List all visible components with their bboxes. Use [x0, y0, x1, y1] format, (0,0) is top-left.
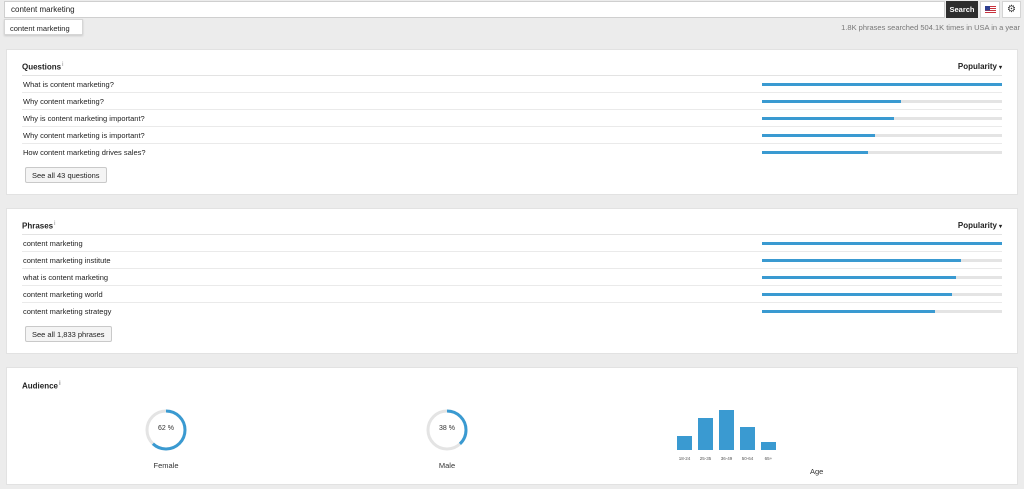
- phrase-label[interactable]: what is content marketing: [23, 273, 108, 282]
- phrase-row[interactable]: content marketing world: [22, 286, 1002, 303]
- popularity-bar: [762, 310, 1002, 313]
- sort-popularity-button[interactable]: Popularity ▾: [958, 221, 1002, 230]
- question-label[interactable]: What is content marketing?: [23, 80, 114, 89]
- sort-label: Popularity: [957, 221, 997, 230]
- chevron-down-icon: ▾: [998, 224, 1002, 230]
- popularity-fill: [762, 83, 1002, 86]
- popularity-bar: [762, 259, 1002, 262]
- info-icon[interactable]: i: [59, 381, 61, 387]
- popularity-bar: [762, 151, 1002, 154]
- audience-card: Audiencei 62 % Female 38 % Male 18-24 25-…: [6, 367, 1018, 485]
- phrase-label[interactable]: content marketing strategy: [23, 307, 111, 316]
- chevron-down-icon: ▾: [998, 65, 1002, 71]
- question-row[interactable]: Why content marketing?: [22, 93, 1002, 110]
- popularity-bar: [762, 276, 1002, 279]
- popularity-fill: [762, 293, 952, 296]
- popularity-bar: [762, 242, 1002, 245]
- male-label: Male: [438, 461, 456, 470]
- popularity-fill: [762, 100, 902, 103]
- audience-header: Audiencei: [22, 381, 61, 391]
- gear-icon: ⚙: [1007, 4, 1016, 15]
- autocomplete-suggestion[interactable]: content marketing: [4, 19, 83, 35]
- section-title: Audience: [22, 381, 59, 391]
- age-tick-label: 25-35: [700, 456, 712, 461]
- age-bar-25-35: [698, 418, 713, 450]
- phrase-label[interactable]: content marketing institute: [23, 256, 111, 265]
- phrases-header: Phrasesi Popularity ▾: [22, 221, 1002, 235]
- female-donut: 62 %: [144, 408, 188, 452]
- questions-card: Questionsi Popularity ▾ What is content m…: [6, 49, 1018, 195]
- age-tick-label: 18-24: [679, 456, 691, 461]
- male-percent: 38 %: [439, 425, 455, 432]
- question-row[interactable]: What is content marketing?: [22, 76, 1002, 93]
- popularity-bar: [762, 117, 1002, 120]
- info-icon[interactable]: i: [62, 62, 63, 68]
- us-flag-icon: [984, 5, 996, 14]
- male-donut: 38 %: [425, 408, 469, 452]
- phrase-row[interactable]: content marketing institute: [22, 252, 1002, 269]
- age-tick-label: 50-64: [742, 456, 754, 461]
- search-stats: 1.8K phrases searched 504.1K times in US…: [841, 23, 1020, 32]
- age-tick-label: 36-49: [721, 456, 733, 461]
- search-button[interactable]: Search: [946, 1, 978, 18]
- phrase-row[interactable]: content marketing strategy: [22, 303, 1002, 320]
- questions-header: Questionsi Popularity ▾: [22, 62, 1002, 76]
- age-bar-65+: [761, 442, 776, 450]
- age-tick-label: 65+: [765, 456, 773, 461]
- question-label[interactable]: Why content marketing?: [23, 97, 104, 106]
- settings-button[interactable]: ⚙: [1002, 1, 1021, 18]
- see-all-phrases-button[interactable]: See all 1,833 phrases: [25, 326, 112, 342]
- search-input[interactable]: [4, 1, 945, 18]
- question-row[interactable]: Why is content marketing important?: [22, 110, 1002, 127]
- female-percent: 62 %: [158, 425, 174, 432]
- top-bar: Search ⚙: [0, 0, 1024, 20]
- age-bar-chart: 18-24 25-35 36-49 50-64 65+: [677, 410, 776, 461]
- popularity-bar: [762, 293, 1002, 296]
- country-selector[interactable]: [980, 1, 1000, 18]
- popularity-fill: [762, 117, 894, 120]
- female-label: Female: [153, 461, 179, 470]
- phrase-label[interactable]: content marketing: [23, 239, 83, 248]
- popularity-fill: [762, 151, 868, 154]
- section-title: Phrases: [22, 221, 54, 231]
- question-label[interactable]: Why is content marketing important?: [23, 114, 145, 123]
- question-row[interactable]: Why content marketing is important?: [22, 127, 1002, 144]
- section-title: Questions: [22, 62, 62, 72]
- question-row[interactable]: How content marketing drives sales?: [22, 144, 1002, 161]
- popularity-fill: [762, 276, 957, 279]
- phrase-label[interactable]: content marketing world: [23, 290, 103, 299]
- age-axis-label: Age: [810, 467, 824, 476]
- age-bar-18-24: [677, 436, 692, 450]
- popularity-bar: [762, 100, 1002, 103]
- question-label[interactable]: Why content marketing is important?: [23, 131, 145, 140]
- popularity-fill: [762, 259, 962, 262]
- age-bar-36-49: [719, 410, 734, 450]
- sort-label: Popularity: [957, 62, 997, 71]
- question-label[interactable]: How content marketing drives sales?: [23, 148, 146, 157]
- sort-popularity-button[interactable]: Popularity ▾: [958, 62, 1002, 71]
- phrase-row[interactable]: what is content marketing: [22, 269, 1002, 286]
- popularity-bar: [762, 83, 1002, 86]
- popularity-fill: [762, 134, 875, 137]
- phrases-card: Phrasesi Popularity ▾ content marketing c…: [6, 208, 1018, 354]
- popularity-bar: [762, 134, 1002, 137]
- age-bar-50-64: [740, 427, 755, 450]
- phrase-row[interactable]: content marketing: [22, 235, 1002, 252]
- popularity-fill: [762, 242, 1002, 245]
- info-icon[interactable]: i: [54, 221, 55, 227]
- popularity-fill: [762, 310, 935, 313]
- see-all-questions-button[interactable]: See all 43 questions: [25, 167, 107, 183]
